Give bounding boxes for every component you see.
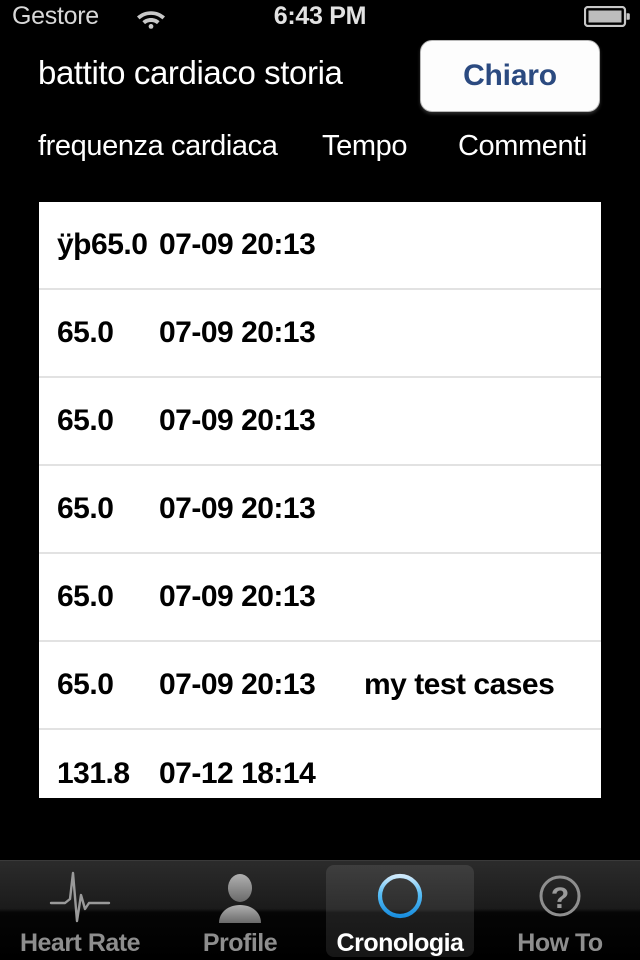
table-column-headers: frequenza cardiaca Tempo Commenti (0, 130, 640, 182)
column-header-time: Tempo (322, 130, 408, 162)
cell-time: 07-09 20:13 (159, 404, 316, 437)
tab-bar: Heart Rate Profile Cronologia ? How To (0, 860, 640, 960)
history-table[interactable]: ÿþ65.0 07-09 20:13 65.0 07-09 20:13 65.0… (39, 202, 601, 798)
tab-heart-rate[interactable]: Heart Rate (0, 861, 160, 960)
cell-time: 07-12 18:14 (159, 757, 316, 790)
cell-time: 07-09 20:13 (159, 580, 316, 613)
tab-how-to[interactable]: ? How To (480, 861, 640, 960)
table-row[interactable]: 65.0 07-09 20:13 (39, 466, 601, 554)
app-root: Gestore 6:43 PM battito cardiaco storia … (0, 0, 640, 960)
table-row[interactable]: 65.0 07-09 20:13 (39, 290, 601, 378)
clock-time: 6:43 PM (273, 2, 367, 30)
cell-heart-rate: ÿþ65.0 (57, 228, 148, 261)
clock-icon (369, 869, 431, 927)
column-header-heart-rate: frequenza cardiaca (38, 130, 278, 162)
cell-heart-rate: 65.0 (57, 316, 114, 349)
column-header-comments: Commenti (458, 130, 587, 162)
table-row[interactable]: 65.0 07-09 20:13 my test cases (39, 642, 601, 730)
person-icon (209, 869, 271, 927)
cell-heart-rate: 65.0 (57, 580, 114, 613)
battery-icon (583, 5, 630, 28)
table-row[interactable]: 131.8 07-12 18:14 (39, 730, 601, 798)
header-bar: battito cardiaco storia Chiaro (0, 32, 640, 124)
cell-time: 07-09 20:13 (159, 228, 316, 261)
tab-label: Profile (202, 929, 278, 957)
cell-heart-rate: 65.0 (57, 404, 114, 437)
tab-label: How To (517, 929, 603, 957)
page-title: battito cardiaco storia (38, 54, 343, 91)
cell-heart-rate: 131.8 (57, 757, 130, 790)
clear-history-button[interactable]: Chiaro (420, 40, 600, 112)
table-row[interactable]: 65.0 07-09 20:13 (39, 554, 601, 642)
tab-label: Cronologia (336, 929, 464, 957)
ecg-waveform-icon (49, 869, 111, 927)
table-row[interactable]: ÿþ65.0 07-09 20:13 (39, 202, 601, 290)
table-row[interactable]: 65.0 07-09 20:13 (39, 378, 601, 466)
tab-cronologia[interactable]: Cronologia (320, 861, 480, 960)
cell-heart-rate: 65.0 (57, 492, 114, 525)
cell-comment: my test cases (364, 668, 555, 701)
cell-time: 07-09 20:13 (159, 668, 316, 701)
clear-history-button-label: Chiaro (463, 59, 557, 92)
tab-label: Heart Rate (19, 929, 141, 957)
cell-time: 07-09 20:13 (159, 492, 316, 525)
cell-time: 07-09 20:13 (159, 316, 316, 349)
svg-text:?: ? (551, 882, 569, 915)
tab-profile[interactable]: Profile (160, 861, 320, 960)
cell-heart-rate: 65.0 (57, 668, 114, 701)
status-bar: Gestore 6:43 PM (0, 0, 640, 32)
question-mark-circle-icon: ? (529, 869, 591, 927)
